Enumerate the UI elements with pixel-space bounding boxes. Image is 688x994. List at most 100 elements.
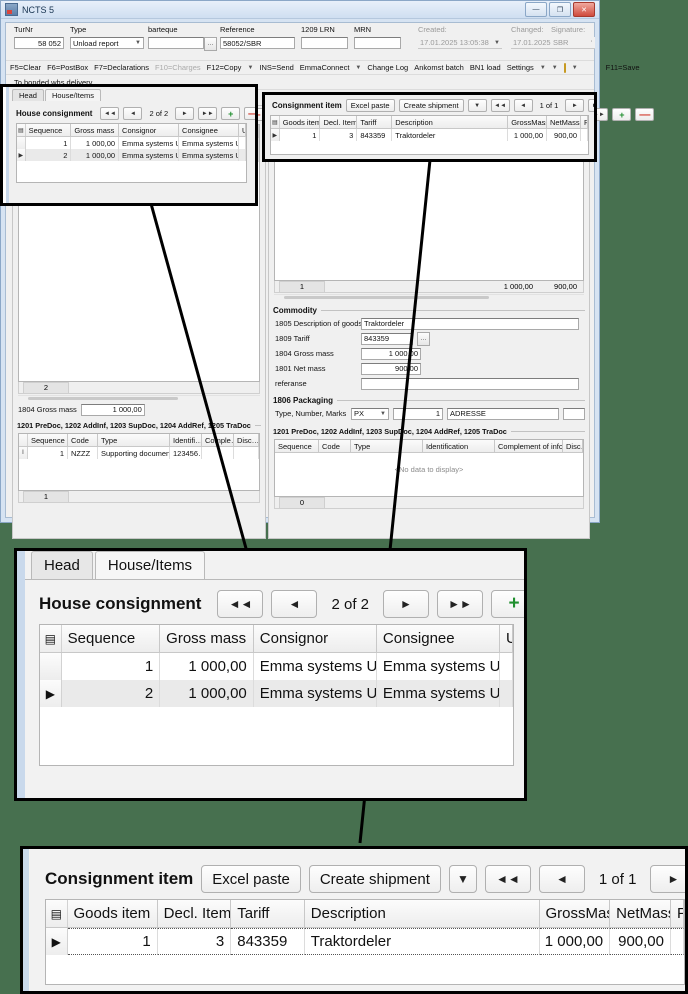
column-gross-mass[interactable]: Gross mass xyxy=(71,124,120,136)
house-horizontal-scrollbar[interactable] xyxy=(18,395,260,401)
chevron-down-icon[interactable]: ▼ xyxy=(572,65,578,71)
maximize-button[interactable]: ❐ xyxy=(549,2,571,17)
column-netmass[interactable]: NetMass xyxy=(547,116,581,128)
menu-item-save[interactable]: F11=Save xyxy=(606,63,640,72)
menu-item-declarations[interactable]: F7=Declarations xyxy=(94,63,149,72)
magnified-house-first-button[interactable]: ◄◄ xyxy=(217,590,264,618)
grid-menu-icon[interactable]: ▤ xyxy=(17,124,26,136)
column-sequence[interactable]: Sequence xyxy=(62,625,161,652)
grid-menu-icon[interactable]: ▤ xyxy=(271,116,280,128)
magnified-tab-house-items[interactable]: House/Items xyxy=(94,551,206,579)
barteque-input[interactable] xyxy=(148,37,204,49)
commodity-tariff-input[interactable]: 843359 xyxy=(361,332,413,345)
column-discrepancy[interactable]: Disc… xyxy=(563,440,583,452)
column-tariff[interactable]: Tariff xyxy=(357,116,393,128)
magnified-house-next-button[interactable]: ► xyxy=(383,590,429,618)
column-goods-item[interactable]: Goods item xyxy=(68,900,158,927)
close-button[interactable]: ✕ xyxy=(573,2,595,17)
magnified-house-prev-button[interactable]: ◄ xyxy=(271,590,318,618)
column-consignee[interactable]: Consignee xyxy=(179,124,240,136)
chevron-down-icon[interactable]: ▼ xyxy=(247,65,253,71)
lrn-input[interactable] xyxy=(301,37,348,49)
magnified-item-first-button[interactable]: ◄◄ xyxy=(484,865,531,893)
scrollbar-thumb[interactable] xyxy=(28,397,178,400)
mrn-input[interactable] xyxy=(354,37,401,49)
commodity-net-mass-input[interactable]: 900,00 xyxy=(361,362,421,375)
column-complement[interactable]: Complement of infor… xyxy=(495,440,563,452)
column-p[interactable]: P xyxy=(581,116,588,128)
menu-item-change-log[interactable]: Change Log xyxy=(367,63,408,72)
reference-input[interactable]: 58052/SBR xyxy=(220,37,295,49)
callout-tab-house-items[interactable]: House/Items xyxy=(44,89,102,101)
chevron-down-icon[interactable]: ▼ xyxy=(540,65,546,71)
column-description[interactable]: Description xyxy=(392,116,509,128)
column-ucr[interactable]: UCR xyxy=(239,124,247,136)
column-grossmass[interactable]: GrossMass xyxy=(540,900,611,927)
column-discrepancy[interactable]: Disc… xyxy=(234,434,259,446)
menu-item-ankomst-batch[interactable]: Ankomst batch xyxy=(414,63,464,72)
callout-create-shipment-dropdown[interactable]: ▼ xyxy=(467,99,487,112)
minimize-button[interactable]: — xyxy=(525,2,547,17)
callout-tab-head[interactable]: Head xyxy=(12,89,44,101)
column-consignor[interactable]: Consignor xyxy=(254,625,377,652)
column-identification[interactable]: Identifi… xyxy=(170,434,202,446)
column-p[interactable]: P xyxy=(671,900,684,927)
chevron-down-icon[interactable]: ▼ xyxy=(355,65,361,71)
chevron-down-icon[interactable]: ▼ xyxy=(552,65,558,71)
table-row[interactable]: ▶ 1 3 843359 Traktordeler 1 000,00 900,0… xyxy=(271,129,588,141)
grid-menu-icon[interactable]: ▤ xyxy=(40,625,62,652)
callout-house-add-button[interactable]: + xyxy=(221,107,241,120)
column-description[interactable]: Description xyxy=(305,900,540,927)
left-gross-mass-input[interactable]: 1 000,00 xyxy=(80,403,145,416)
callout-house-grid[interactable]: ▤ Sequence Gross mass Consignor Consigne… xyxy=(16,123,247,183)
column-code[interactable]: Code xyxy=(68,434,98,446)
column-type[interactable]: Type xyxy=(351,440,423,452)
table-row[interactable]: 1 1 000,00 Emma systems U… Emma systems … xyxy=(40,653,513,680)
table-row[interactable]: ▶ 2 1 000,00 Emma systems U… Emma system… xyxy=(40,680,513,707)
column-decl-item[interactable]: Decl. Item xyxy=(158,900,232,927)
commodity-gross-mass-input[interactable]: 1 000,00 xyxy=(361,347,421,360)
magnified-tab-head[interactable]: Head xyxy=(31,551,93,579)
callout-item-prev-button[interactable]: ◄ xyxy=(513,99,533,112)
item-horizontal-scrollbar[interactable] xyxy=(274,294,584,300)
scrollbar-thumb[interactable] xyxy=(284,296,489,299)
magnified-house-add-button[interactable]: + xyxy=(491,590,524,618)
table-row[interactable]: 1 1 000,00 Emma systems U… Emma systems … xyxy=(17,137,247,149)
window-title-bar[interactable]: NCTS 5 — ❐ ✕ xyxy=(1,1,599,19)
column-decl-item[interactable]: Decl. Item xyxy=(320,116,358,128)
magnified-item-next-button[interactable]: ► xyxy=(650,865,685,893)
callout-excel-paste-button[interactable]: Excel paste xyxy=(345,99,395,112)
commodity-description-input[interactable]: Traktordeler xyxy=(361,317,579,330)
magnified-item-grid[interactable]: ▤ Goods item Decl. Item Tariff Descripti… xyxy=(45,899,685,985)
callout-item-first-button[interactable]: ◄◄ xyxy=(490,99,510,112)
menu-item-emmaconnect[interactable]: EmmaConnect xyxy=(300,63,350,72)
left-documents-grid[interactable]: Sequence Code Type Identifi… Comple… Dis… xyxy=(18,433,260,491)
menu-item-copy[interactable]: F12=Copy xyxy=(207,63,242,72)
column-tariff[interactable]: Tariff xyxy=(231,900,305,927)
magnified-create-shipment-button[interactable]: Create shipment xyxy=(308,865,441,893)
callout-house-prev-button[interactable]: ◄ xyxy=(123,107,143,120)
item-add-button[interactable]: + xyxy=(612,108,632,121)
column-type[interactable]: Type xyxy=(98,434,170,446)
commodity-referanse-input[interactable] xyxy=(361,377,579,390)
magnified-create-shipment-dropdown[interactable]: ▼ xyxy=(448,865,477,893)
table-row[interactable]: ▶ 1 3 843359 Traktordeler 1 000,00 900,0… xyxy=(46,928,684,955)
grid-menu-icon[interactable] xyxy=(19,434,28,446)
packaging-marks-input[interactable]: ADRESSE xyxy=(447,407,559,420)
callout-item-last-button[interactable]: ►► xyxy=(588,99,594,112)
menu-item-postbox[interactable]: F6=PostBox xyxy=(47,63,88,72)
column-netmass[interactable]: NetMass xyxy=(610,900,671,927)
callout-house-remove-button[interactable]: — xyxy=(244,107,255,120)
magnified-house-last-button[interactable]: ►► xyxy=(437,590,483,618)
column-identification[interactable]: Identification xyxy=(423,440,495,452)
barteque-lookup-button[interactable]: … xyxy=(204,37,217,51)
callout-create-shipment-button[interactable]: Create shipment xyxy=(398,99,464,112)
column-grossmass[interactable]: GrossMass xyxy=(508,116,548,128)
grid-menu-icon[interactable]: ▤ xyxy=(46,900,68,927)
column-code[interactable]: Code xyxy=(319,440,351,452)
commodity-tariff-lookup-button[interactable]: … xyxy=(417,331,430,346)
column-sequence[interactable]: Sequence xyxy=(28,434,68,446)
callout-house-first-button[interactable]: ◄◄ xyxy=(100,107,120,120)
callout-item-next-button[interactable]: ► xyxy=(565,99,585,112)
table-row[interactable]: I 1 NZZZ Supporting document 123456… xyxy=(19,447,259,459)
